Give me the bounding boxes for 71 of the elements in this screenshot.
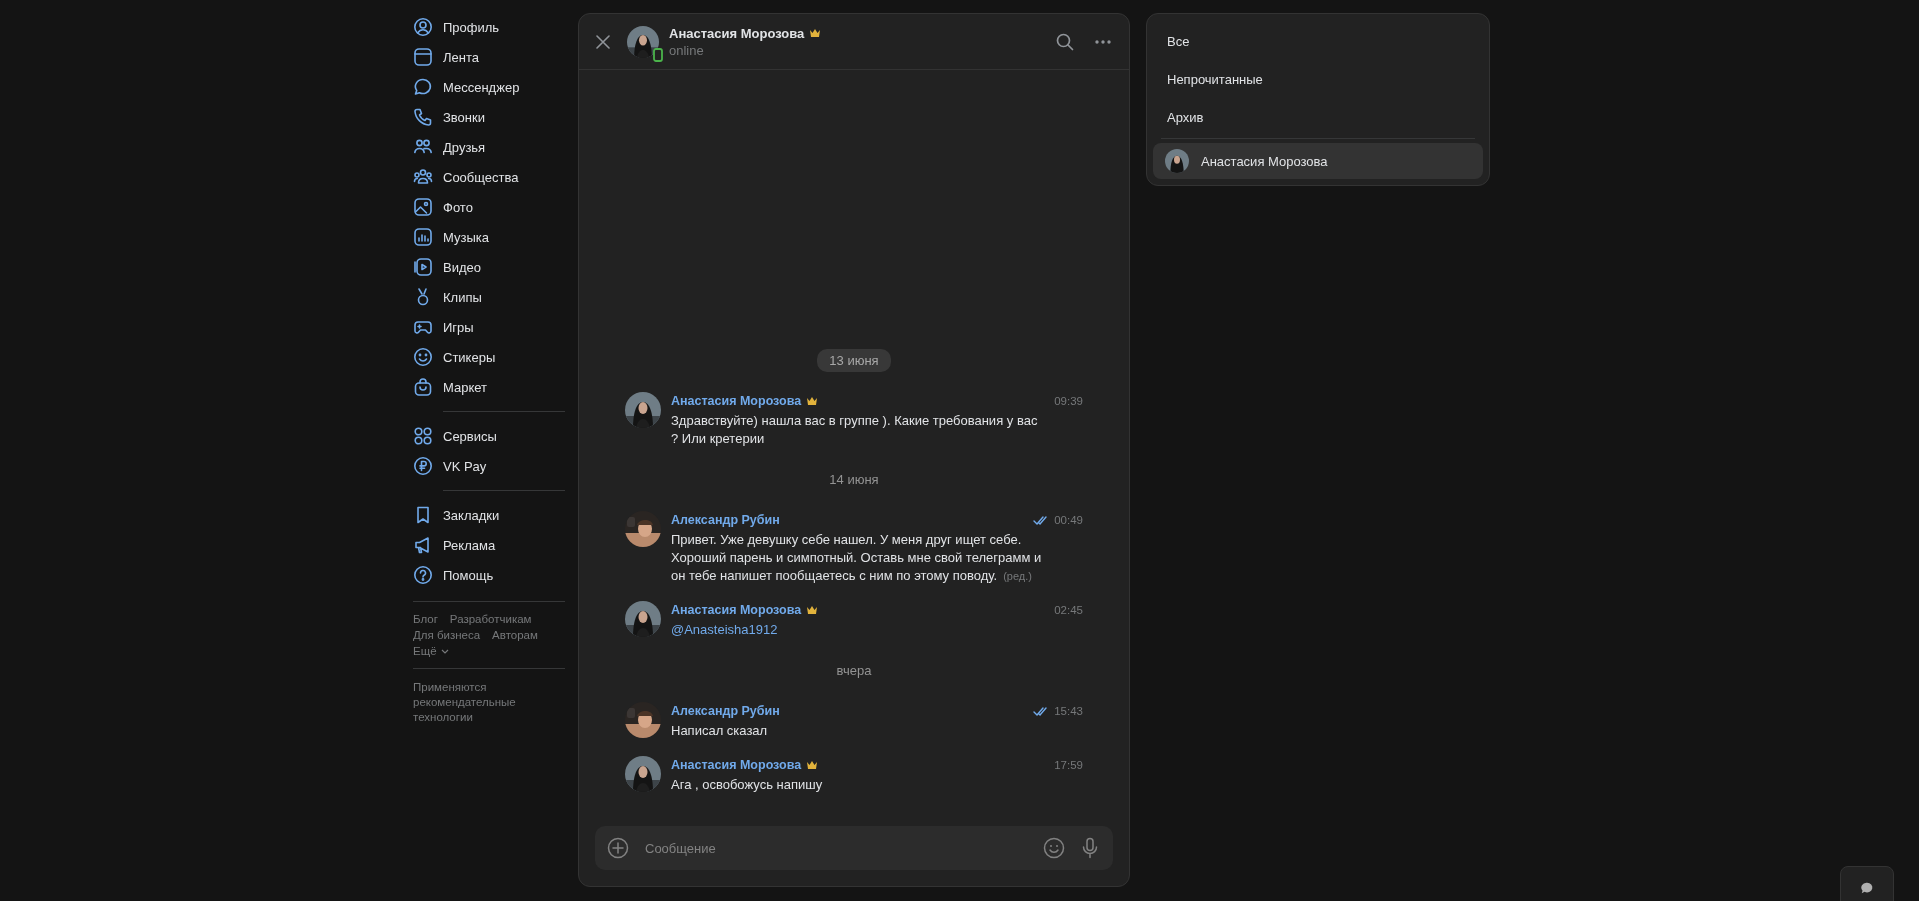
ruble-coin-icon [413,456,433,476]
footer-link[interactable]: Авторам [492,629,538,641]
speech-bubble-icon [413,77,433,97]
sidebar-item[interactable]: Музыка [413,222,565,252]
footer-link[interactable]: Для бизнеса [413,629,481,641]
sidebar-item[interactable]: Клипы [413,282,565,312]
contact-name: Анастасия Морозова [669,25,805,41]
sidebar-item[interactable]: Лента [413,42,565,72]
help-icon [413,565,433,585]
add-icon[interactable] [607,837,629,859]
sidebar-item[interactable]: Звонки [413,102,565,132]
message-composer[interactable]: Сообщение [595,826,1113,870]
author-name[interactable]: Анастасия Морозова [671,603,802,617]
speech-bubble-icon [1860,881,1874,895]
filter-item[interactable]: Непрочитанные [1153,60,1483,98]
group-icon [413,167,433,187]
author-name[interactable]: Анастасия Морозова [671,758,802,772]
mention-link[interactable]: @Anasteisha1912 [671,621,1083,639]
search-icon [1056,32,1074,51]
more-link[interactable]: Ещё [413,645,449,657]
smiley-icon[interactable] [1043,837,1065,859]
chat-list-item[interactable]: Анастасия Морозова [1153,143,1483,179]
message-text: Ага , освобожусь напишу [671,776,824,794]
shopping-bag-icon [413,377,433,397]
footer-link[interactable]: Блог [413,613,438,625]
sidebar-item[interactable]: Реклама [413,530,565,560]
sidebar-item[interactable]: Помощь [413,560,565,590]
grid-icon [413,426,433,446]
sidebar-item[interactable]: Профиль [413,12,565,42]
sidebar-item[interactable]: Закладки [413,500,565,530]
sidebar-item[interactable]: Стикеры [413,342,565,372]
date-separator: 14 июня [828,471,880,489]
sidebar-item[interactable]: Друзья [413,132,565,162]
sidebar-item[interactable]: VK Pay [413,451,565,481]
sidebar-item[interactable]: Мессенджер [413,72,565,102]
filter-item[interactable]: Архив [1153,98,1483,136]
more-icon [1095,39,1111,44]
recommendation-note: Применяются рекомендательные технологии [413,680,517,725]
author-name[interactable]: Анастасия Морозова [671,394,802,408]
sidebar-item[interactable]: Маркет [413,372,565,402]
filter-item[interactable]: Все [1153,22,1483,60]
footer-link[interactable]: Разработчикам [449,613,532,625]
message-text: Написал сказал [671,722,769,740]
phone-icon [413,107,433,127]
author-name[interactable]: Александр Рубин [671,513,780,527]
message-time: 15:43 [1054,705,1083,717]
sidebar-item[interactable]: Сообщества [413,162,565,192]
date-separator: вчера [835,662,873,680]
message-text: Здравствуйте) нашла вас в группе ). Какие требования у вас ? Или кретерии [671,412,1039,448]
sidebar-item[interactable]: Видео [413,252,565,282]
close-icon [596,34,610,49]
sidebar-item[interactable]: Игры [413,312,565,342]
photo-icon [413,197,433,217]
author-name[interactable]: Александр Рубин [671,704,780,718]
message-time: 00:49 [1054,514,1083,526]
message-time: 02:45 [1054,604,1083,616]
smiley-icon [413,347,433,367]
chevron-down-icon [440,648,449,654]
message-time: 17:59 [1054,759,1083,771]
message-text: Привет. Уже девушку себе нашел. У меня друг ищет себе. Хороший парень и симпотный. Оставь мне свой телеграмм и он тебе напишет пообщаетесь с ним по этому поводу. (ред.) [671,531,1043,585]
online-status: online [669,42,705,58]
video-icon [413,257,433,277]
date-separator: 13 июня [817,349,891,372]
message-input[interactable]: Сообщение [643,839,1029,857]
chat-button[interactable] [1840,866,1894,901]
sidebar-item[interactable]: Фото [413,192,565,222]
sidebar-item[interactable]: Сервисы [413,421,565,451]
music-icon [413,227,433,247]
profile-icon [413,17,433,37]
message-time: 09:39 [1054,395,1083,407]
feed-icon [413,47,433,67]
